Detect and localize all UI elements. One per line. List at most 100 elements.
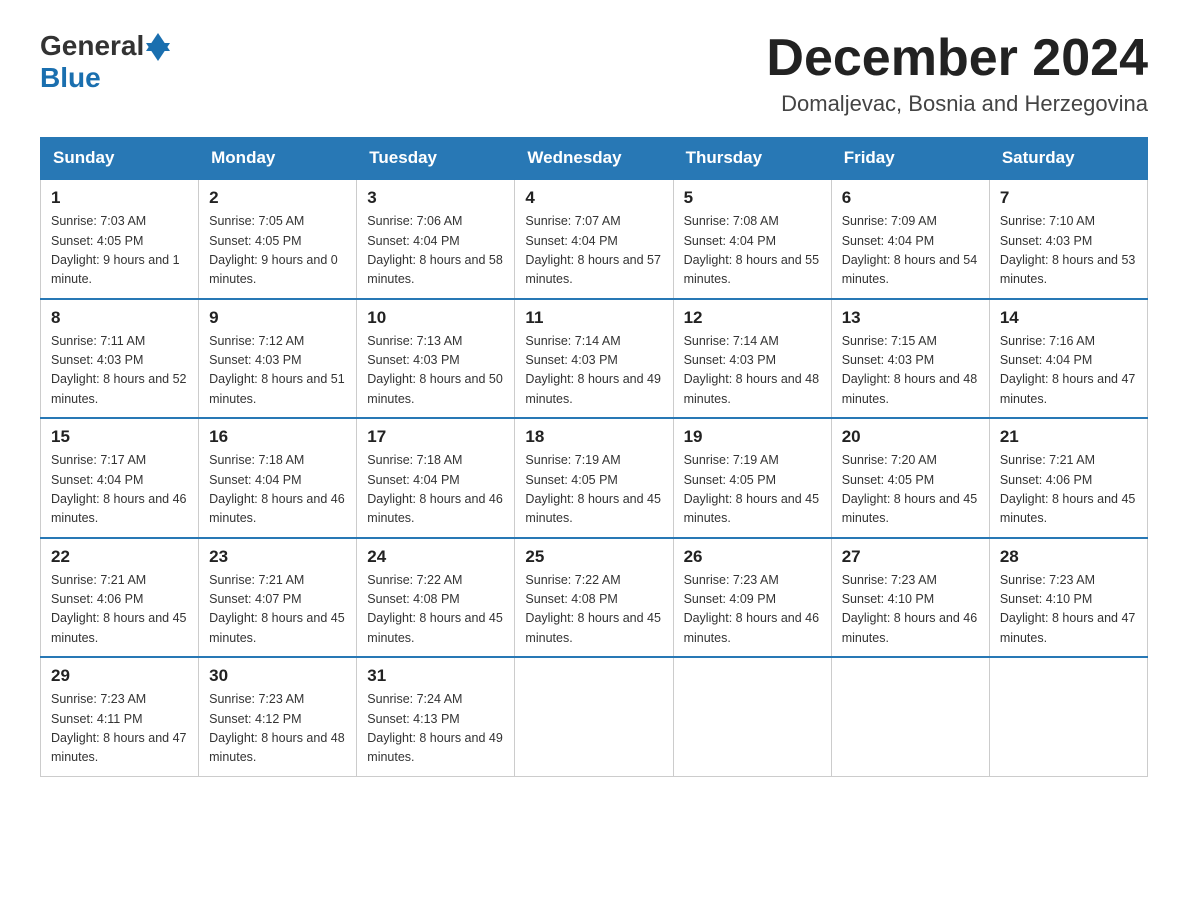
calendar-cell: 17 Sunrise: 7:18 AMSunset: 4:04 PMDaylig… (357, 418, 515, 538)
calendar-cell (831, 657, 989, 776)
calendar-table: Sunday Monday Tuesday Wednesday Thursday… (40, 137, 1148, 777)
day-number: 6 (842, 188, 979, 208)
calendar-cell (515, 657, 673, 776)
weekday-header-row: Sunday Monday Tuesday Wednesday Thursday… (41, 138, 1148, 180)
calendar-cell: 10 Sunrise: 7:13 AMSunset: 4:03 PMDaylig… (357, 299, 515, 419)
header-thursday: Thursday (673, 138, 831, 180)
logo: General Blue (40, 30, 170, 94)
day-info: Sunrise: 7:09 AMSunset: 4:04 PMDaylight:… (842, 212, 979, 290)
calendar-cell: 1 Sunrise: 7:03 AMSunset: 4:05 PMDayligh… (41, 179, 199, 299)
day-info: Sunrise: 7:18 AMSunset: 4:04 PMDaylight:… (367, 451, 504, 529)
day-number: 15 (51, 427, 188, 447)
day-info: Sunrise: 7:15 AMSunset: 4:03 PMDaylight:… (842, 332, 979, 410)
calendar-cell: 23 Sunrise: 7:21 AMSunset: 4:07 PMDaylig… (199, 538, 357, 658)
calendar-cell: 18 Sunrise: 7:19 AMSunset: 4:05 PMDaylig… (515, 418, 673, 538)
day-number: 8 (51, 308, 188, 328)
logo-general-text: General (40, 30, 144, 62)
day-info: Sunrise: 7:20 AMSunset: 4:05 PMDaylight:… (842, 451, 979, 529)
calendar-cell: 5 Sunrise: 7:08 AMSunset: 4:04 PMDayligh… (673, 179, 831, 299)
calendar-cell: 27 Sunrise: 7:23 AMSunset: 4:10 PMDaylig… (831, 538, 989, 658)
day-number: 7 (1000, 188, 1137, 208)
day-info: Sunrise: 7:11 AMSunset: 4:03 PMDaylight:… (51, 332, 188, 410)
day-info: Sunrise: 7:13 AMSunset: 4:03 PMDaylight:… (367, 332, 504, 410)
title-area: December 2024 Domaljevac, Bosnia and Her… (766, 30, 1148, 117)
day-number: 25 (525, 547, 662, 567)
week-row-3: 15 Sunrise: 7:17 AMSunset: 4:04 PMDaylig… (41, 418, 1148, 538)
day-info: Sunrise: 7:21 AMSunset: 4:07 PMDaylight:… (209, 571, 346, 649)
day-number: 4 (525, 188, 662, 208)
week-row-5: 29 Sunrise: 7:23 AMSunset: 4:11 PMDaylig… (41, 657, 1148, 776)
week-row-1: 1 Sunrise: 7:03 AMSunset: 4:05 PMDayligh… (41, 179, 1148, 299)
day-info: Sunrise: 7:17 AMSunset: 4:04 PMDaylight:… (51, 451, 188, 529)
calendar-cell: 22 Sunrise: 7:21 AMSunset: 4:06 PMDaylig… (41, 538, 199, 658)
header-sunday: Sunday (41, 138, 199, 180)
calendar-cell: 20 Sunrise: 7:20 AMSunset: 4:05 PMDaylig… (831, 418, 989, 538)
day-info: Sunrise: 7:23 AMSunset: 4:10 PMDaylight:… (842, 571, 979, 649)
day-number: 17 (367, 427, 504, 447)
day-number: 2 (209, 188, 346, 208)
calendar-cell: 15 Sunrise: 7:17 AMSunset: 4:04 PMDaylig… (41, 418, 199, 538)
calendar-cell (673, 657, 831, 776)
day-number: 22 (51, 547, 188, 567)
calendar-cell: 29 Sunrise: 7:23 AMSunset: 4:11 PMDaylig… (41, 657, 199, 776)
day-info: Sunrise: 7:07 AMSunset: 4:04 PMDaylight:… (525, 212, 662, 290)
calendar-cell: 9 Sunrise: 7:12 AMSunset: 4:03 PMDayligh… (199, 299, 357, 419)
calendar-cell: 25 Sunrise: 7:22 AMSunset: 4:08 PMDaylig… (515, 538, 673, 658)
calendar-cell: 4 Sunrise: 7:07 AMSunset: 4:04 PMDayligh… (515, 179, 673, 299)
calendar-cell: 3 Sunrise: 7:06 AMSunset: 4:04 PMDayligh… (357, 179, 515, 299)
day-number: 11 (525, 308, 662, 328)
header-saturday: Saturday (989, 138, 1147, 180)
day-info: Sunrise: 7:16 AMSunset: 4:04 PMDaylight:… (1000, 332, 1137, 410)
calendar-cell: 7 Sunrise: 7:10 AMSunset: 4:03 PMDayligh… (989, 179, 1147, 299)
day-info: Sunrise: 7:22 AMSunset: 4:08 PMDaylight:… (367, 571, 504, 649)
calendar-cell: 8 Sunrise: 7:11 AMSunset: 4:03 PMDayligh… (41, 299, 199, 419)
calendar-cell: 2 Sunrise: 7:05 AMSunset: 4:05 PMDayligh… (199, 179, 357, 299)
week-row-2: 8 Sunrise: 7:11 AMSunset: 4:03 PMDayligh… (41, 299, 1148, 419)
logo-blue-text: Blue (40, 62, 101, 94)
calendar-cell: 30 Sunrise: 7:23 AMSunset: 4:12 PMDaylig… (199, 657, 357, 776)
day-info: Sunrise: 7:23 AMSunset: 4:12 PMDaylight:… (209, 690, 346, 768)
day-info: Sunrise: 7:18 AMSunset: 4:04 PMDaylight:… (209, 451, 346, 529)
day-info: Sunrise: 7:23 AMSunset: 4:09 PMDaylight:… (684, 571, 821, 649)
calendar-cell: 11 Sunrise: 7:14 AMSunset: 4:03 PMDaylig… (515, 299, 673, 419)
day-info: Sunrise: 7:23 AMSunset: 4:10 PMDaylight:… (1000, 571, 1137, 649)
week-row-4: 22 Sunrise: 7:21 AMSunset: 4:06 PMDaylig… (41, 538, 1148, 658)
day-number: 30 (209, 666, 346, 686)
day-number: 5 (684, 188, 821, 208)
day-info: Sunrise: 7:03 AMSunset: 4:05 PMDaylight:… (51, 212, 188, 290)
calendar-cell: 12 Sunrise: 7:14 AMSunset: 4:03 PMDaylig… (673, 299, 831, 419)
calendar-cell: 24 Sunrise: 7:22 AMSunset: 4:08 PMDaylig… (357, 538, 515, 658)
calendar-cell: 21 Sunrise: 7:21 AMSunset: 4:06 PMDaylig… (989, 418, 1147, 538)
day-number: 18 (525, 427, 662, 447)
header-wednesday: Wednesday (515, 138, 673, 180)
day-info: Sunrise: 7:10 AMSunset: 4:03 PMDaylight:… (1000, 212, 1137, 290)
day-info: Sunrise: 7:21 AMSunset: 4:06 PMDaylight:… (51, 571, 188, 649)
header: General Blue December 2024 Domaljevac, B… (40, 30, 1148, 117)
day-number: 24 (367, 547, 504, 567)
day-info: Sunrise: 7:19 AMSunset: 4:05 PMDaylight:… (525, 451, 662, 529)
day-info: Sunrise: 7:23 AMSunset: 4:11 PMDaylight:… (51, 690, 188, 768)
day-number: 10 (367, 308, 504, 328)
calendar-cell: 13 Sunrise: 7:15 AMSunset: 4:03 PMDaylig… (831, 299, 989, 419)
calendar-cell: 28 Sunrise: 7:23 AMSunset: 4:10 PMDaylig… (989, 538, 1147, 658)
day-number: 13 (842, 308, 979, 328)
day-number: 12 (684, 308, 821, 328)
day-info: Sunrise: 7:12 AMSunset: 4:03 PMDaylight:… (209, 332, 346, 410)
day-number: 3 (367, 188, 504, 208)
day-info: Sunrise: 7:14 AMSunset: 4:03 PMDaylight:… (684, 332, 821, 410)
day-info: Sunrise: 7:08 AMSunset: 4:04 PMDaylight:… (684, 212, 821, 290)
day-number: 14 (1000, 308, 1137, 328)
calendar-cell: 19 Sunrise: 7:19 AMSunset: 4:05 PMDaylig… (673, 418, 831, 538)
calendar-cell: 31 Sunrise: 7:24 AMSunset: 4:13 PMDaylig… (357, 657, 515, 776)
day-info: Sunrise: 7:14 AMSunset: 4:03 PMDaylight:… (525, 332, 662, 410)
month-title: December 2024 (766, 30, 1148, 87)
day-number: 16 (209, 427, 346, 447)
day-info: Sunrise: 7:24 AMSunset: 4:13 PMDaylight:… (367, 690, 504, 768)
day-info: Sunrise: 7:22 AMSunset: 4:08 PMDaylight:… (525, 571, 662, 649)
calendar-cell: 14 Sunrise: 7:16 AMSunset: 4:04 PMDaylig… (989, 299, 1147, 419)
day-number: 23 (209, 547, 346, 567)
day-number: 27 (842, 547, 979, 567)
header-tuesday: Tuesday (357, 138, 515, 180)
day-number: 20 (842, 427, 979, 447)
day-info: Sunrise: 7:21 AMSunset: 4:06 PMDaylight:… (1000, 451, 1137, 529)
